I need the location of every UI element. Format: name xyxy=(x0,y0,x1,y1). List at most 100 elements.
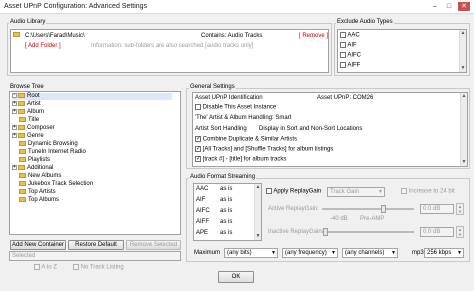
tree-item[interactable]: Top Artists xyxy=(19,189,56,196)
active-replaygain-slider[interactable] xyxy=(322,205,414,213)
chevron-down-icon: ▼ xyxy=(378,189,383,195)
chevron-down-icon: ▼ xyxy=(457,250,462,256)
pre-amp-label: Pre-AMP xyxy=(360,216,385,222)
bits-select[interactable]: (any bits) ▼ xyxy=(224,248,278,258)
combine-duplicate-option[interactable]: Combine Duplicate & Similar Artists xyxy=(195,135,297,143)
add-folder-link[interactable]: [ Add Folder ] xyxy=(25,43,61,49)
exclude-item[interactable]: AIF xyxy=(340,42,357,49)
general-settings-label: General Settings xyxy=(189,84,236,90)
chevron-down-icon: ▼ xyxy=(391,250,396,256)
apply-replaygain-option[interactable]: Apply ReplayGain xyxy=(266,188,321,195)
general-settings-scrollbar[interactable]: ▲ ▼ xyxy=(460,93,467,166)
exclude-types-label: Exclude Audio Types xyxy=(336,19,394,25)
remove-library-link[interactable]: [ Remove ] xyxy=(299,33,328,39)
tree-item[interactable]: + Additional xyxy=(12,165,53,172)
library-contains: Contains: Audio Tracks xyxy=(201,33,263,39)
exclude-checkbox[interactable] xyxy=(340,52,346,58)
format-row[interactable]: AIFC as is xyxy=(196,208,232,215)
streaming-label: Audio Format Streaming xyxy=(189,174,257,180)
audio-library-label: Audio Library xyxy=(9,19,47,25)
general-settings-list: Asset UPnP Identification Asset UPnP: CO… xyxy=(192,92,468,167)
track-title-option[interactable]: [track #] - [title] for album tracks xyxy=(195,155,286,163)
exclude-checkbox[interactable] xyxy=(340,62,346,68)
track-gain-select[interactable]: Track Gain ▼ xyxy=(327,187,385,197)
active-db-field[interactable]: 0.0 dB xyxy=(420,204,454,214)
a-to-z-option[interactable]: A to Z xyxy=(34,264,57,271)
browse-tree-label: Browse Tree xyxy=(9,84,45,90)
tree-item[interactable]: Jukebox Track Selection xyxy=(19,181,93,188)
no-track-listing-checkbox[interactable] xyxy=(73,264,79,270)
library-path: C:\Users\Farad\Music\ xyxy=(25,33,85,39)
exclude-scrollbar[interactable]: ▲ ▼ xyxy=(459,30,466,72)
remove-selected-button[interactable]: Remove Selected xyxy=(126,240,181,250)
tree-item[interactable]: + Artist xyxy=(12,101,41,108)
library-folder-icon xyxy=(13,32,22,38)
apply-replaygain-checkbox[interactable] xyxy=(266,188,272,194)
tree-item[interactable]: TuneIn Internet Radio xyxy=(19,149,86,156)
chevron-down-icon: ▼ xyxy=(271,250,276,256)
combine-duplicate-checkbox[interactable] xyxy=(195,135,201,142)
identification-label: Asset UPnP Identification xyxy=(195,95,263,101)
exclude-item[interactable]: AIFF xyxy=(340,62,360,69)
increase-24bit-checkbox[interactable] xyxy=(401,188,407,194)
disable-instance-option[interactable]: Disable This Asset Instance xyxy=(195,104,276,111)
channels-select[interactable]: (any channels) ▼ xyxy=(342,248,398,258)
tree-item[interactable]: Top Albums xyxy=(19,197,59,204)
all-tracks-option[interactable]: [All Tracks] and [Shuffle Tracks] for al… xyxy=(195,145,333,153)
audio-library-box: C:\Users\Farad\Music\ Contains: Audio Tr… xyxy=(10,29,329,73)
track-title-checkbox[interactable] xyxy=(195,155,201,162)
exclude-item[interactable]: AAC xyxy=(340,32,360,39)
inactive-db-spinner[interactable]: ▲ ▼ xyxy=(456,226,464,238)
tree-item[interactable]: + Album xyxy=(12,109,44,116)
increase-24bit-option[interactable]: Increase to 24 bit xyxy=(401,188,455,195)
active-db-spinner[interactable]: ▲ ▼ xyxy=(456,203,464,215)
format-list: AAC as is AIF as is AIFC as is AIFF as is AP… xyxy=(193,183,262,241)
tree-item[interactable]: Dynamic Browsing xyxy=(19,141,78,148)
inactive-replaygain-label: Inactive ReplayGain: xyxy=(268,229,324,235)
no-track-listing-option[interactable]: No Track Listing xyxy=(73,264,124,271)
tree-item[interactable]: + Composer xyxy=(12,125,55,132)
format-row[interactable]: AAC as is xyxy=(196,186,232,193)
close-button[interactable]: ✕ xyxy=(458,2,470,11)
artist-sort-label: Artist Sort Handling xyxy=(195,126,247,132)
frequency-select[interactable]: (any frequency) ▼ xyxy=(282,248,338,258)
inactive-db-field[interactable]: 0.0 dB xyxy=(420,227,454,237)
slider-thumb[interactable] xyxy=(323,228,328,236)
browse-tree: - Root + Artist + Album Title + Composer + Ge… xyxy=(9,91,181,235)
selected-field[interactable]: Selected xyxy=(9,251,181,261)
format-list-scrollbar[interactable]: ▲ ▼ xyxy=(254,184,261,240)
exclude-types-list: AAC AIF AIFC AIFF ▲ ▼ xyxy=(337,29,467,73)
window-title: Asset UPnP Configuration: Advanced Setti… xyxy=(4,3,148,10)
active-replaygain-label: Active ReplayGain: xyxy=(268,206,320,212)
maximize-button[interactable]: □ xyxy=(444,2,454,11)
a-to-z-checkbox[interactable] xyxy=(34,264,40,270)
disable-instance-checkbox[interactable] xyxy=(195,104,201,110)
restore-default-button[interactable]: Restore Default xyxy=(68,240,124,250)
chevron-down-icon: ▼ xyxy=(331,250,336,256)
bitrate-select[interactable]: 256 kbps ▼ xyxy=(424,248,464,258)
tree-item[interactable]: Playlists xyxy=(19,157,50,164)
tree-item[interactable]: New Albums xyxy=(19,173,61,180)
format-row[interactable]: APE as is xyxy=(196,230,232,237)
all-tracks-checkbox[interactable] xyxy=(195,145,201,152)
db-min-label: -40 dB xyxy=(330,216,348,222)
slider-thumb[interactable] xyxy=(381,205,386,213)
exclude-item[interactable]: AIFC xyxy=(340,52,361,59)
minimize-button[interactable]: – xyxy=(430,2,440,11)
library-info: Information: sub-folders are also search… xyxy=(91,43,254,49)
artist-album-handling[interactable]: 'The' Artist & Album Handling: Smart xyxy=(195,115,291,121)
ok-button[interactable]: OK xyxy=(218,271,254,283)
inactive-replaygain-slider[interactable] xyxy=(322,228,414,236)
artist-sort-value[interactable]: Display in Sort and Non-Sort Locations xyxy=(259,126,362,132)
tree-item[interactable]: Title xyxy=(19,117,39,124)
tree-item[interactable]: + Genre xyxy=(12,133,44,140)
format-row[interactable]: AIFF as is xyxy=(196,219,232,226)
identification-value: Asset UPnP: COM26 xyxy=(317,95,374,101)
maximum-label: Maximum xyxy=(194,250,221,256)
add-container-button[interactable]: Add New Container xyxy=(10,240,66,250)
mp3-label: mp3 xyxy=(412,250,424,256)
tree-item-root[interactable]: - Root xyxy=(12,93,172,100)
format-row[interactable]: AIF as is xyxy=(196,197,232,204)
exclude-checkbox[interactable] xyxy=(340,32,346,38)
exclude-checkbox[interactable] xyxy=(340,42,346,48)
